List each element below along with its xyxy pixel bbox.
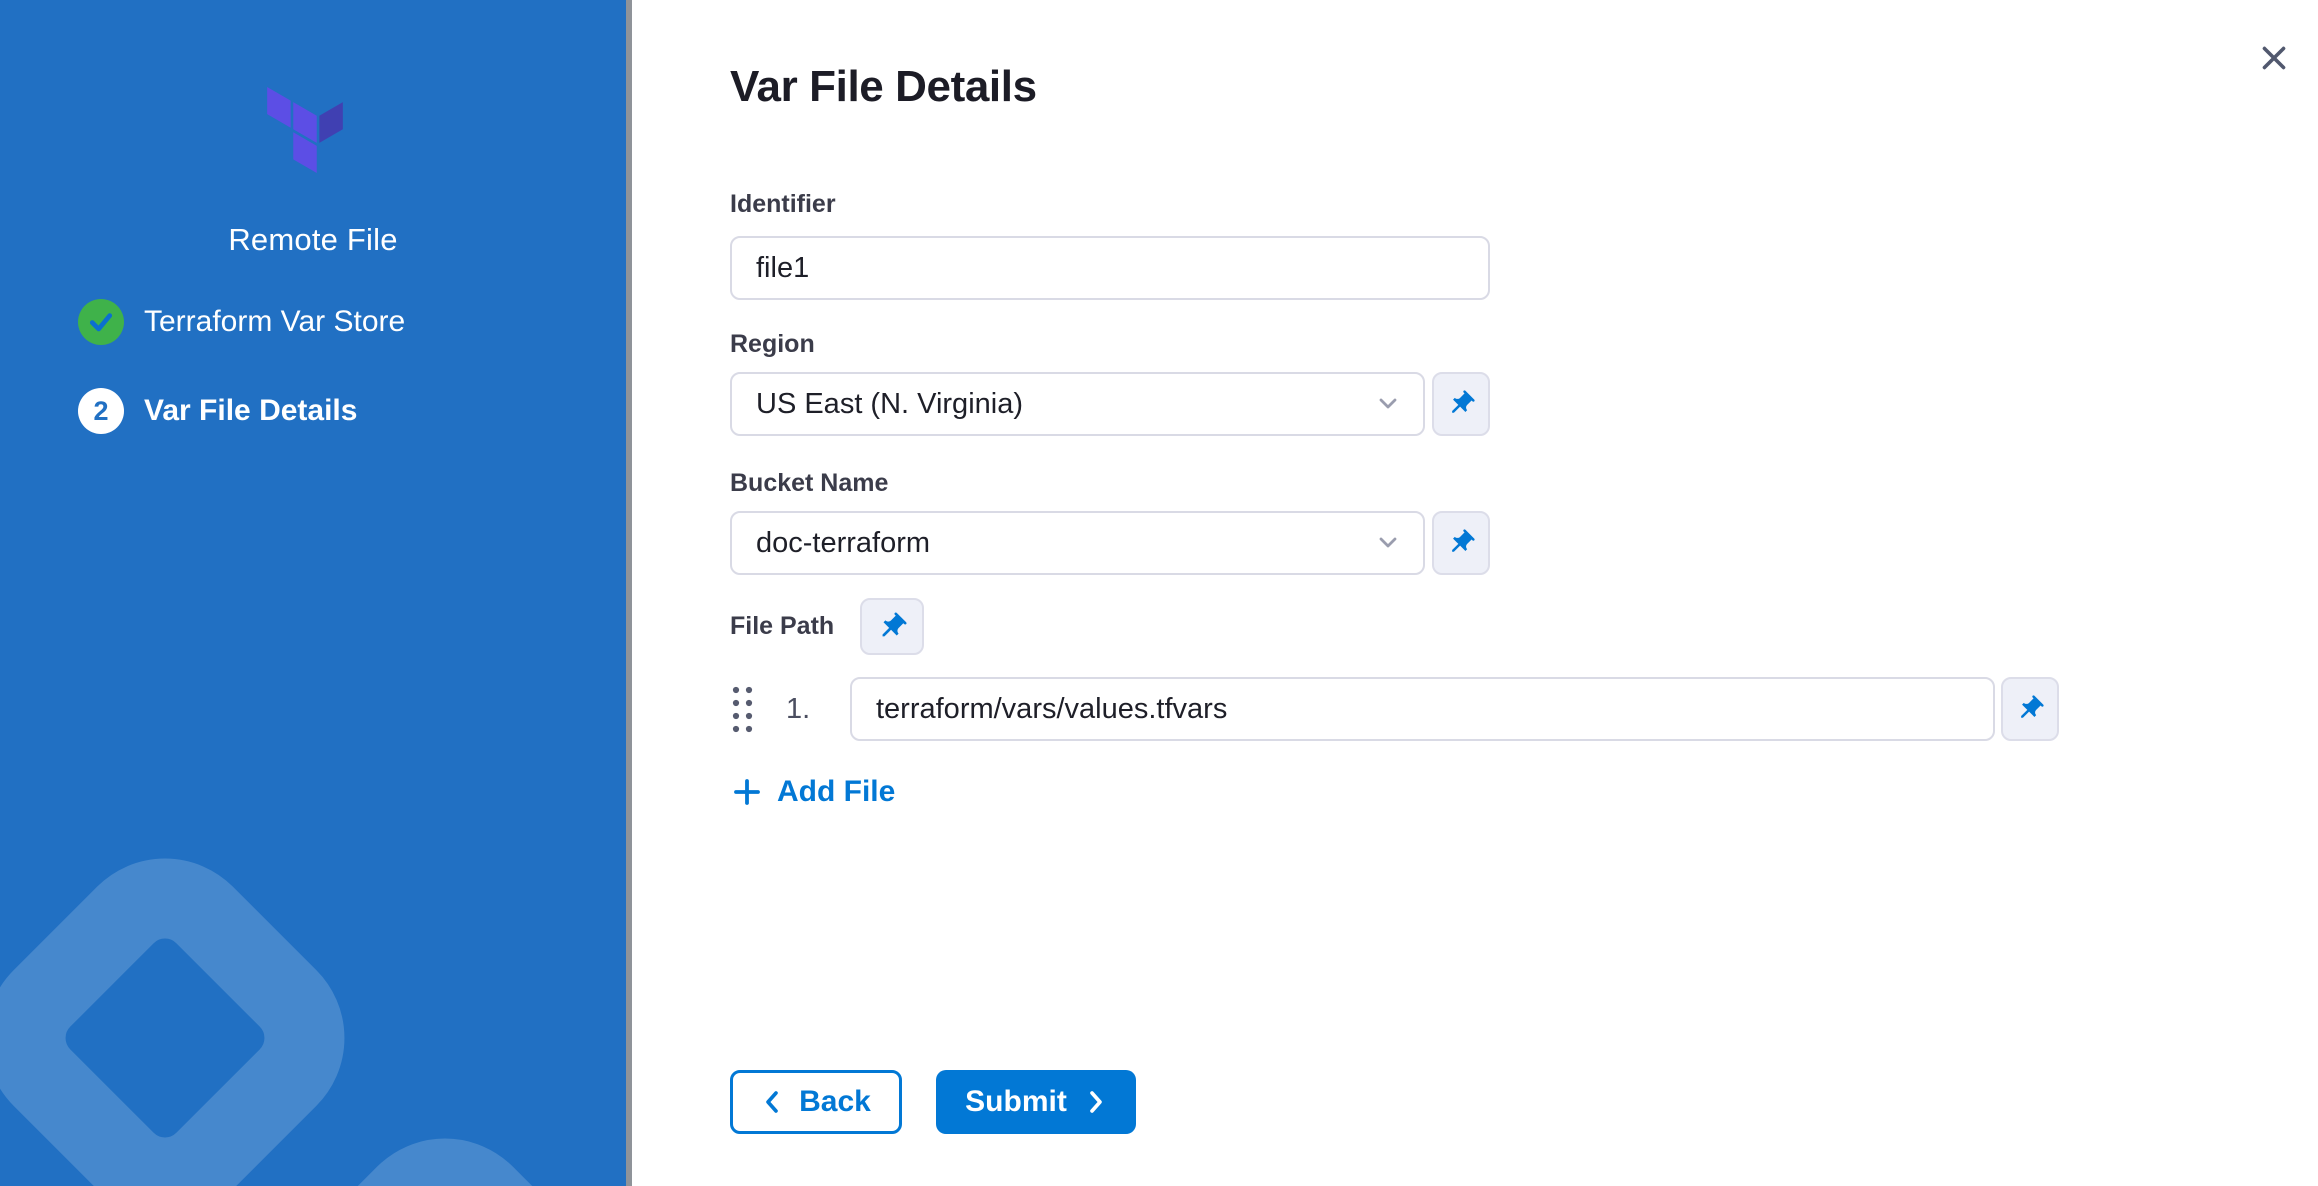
- file-path-pin-button[interactable]: [860, 598, 924, 655]
- step-number-badge: 2: [78, 388, 124, 434]
- var-file-details-panel: Var File Details Identifier Region US Ea…: [632, 0, 2318, 1186]
- wizard-sidebar: Remote File Terraform Var Store 2 Var Fi…: [0, 0, 626, 1186]
- plus-icon: [732, 777, 762, 807]
- pin-icon: [2009, 688, 2051, 730]
- step-label: Terraform Var Store: [144, 305, 405, 339]
- file-row-index: 1.: [786, 693, 826, 726]
- bucket-pin-button[interactable]: [1432, 511, 1490, 575]
- add-file-button[interactable]: Add File: [732, 775, 895, 809]
- pin-icon: [1440, 383, 1482, 425]
- file-path-header: File Path: [730, 598, 924, 655]
- chevron-down-icon: [1373, 528, 1403, 558]
- region-select[interactable]: US East (N. Virginia): [730, 372, 1425, 436]
- back-button-label: Back: [799, 1085, 871, 1119]
- identifier-label: Identifier: [730, 190, 836, 219]
- bucket-name-label: Bucket Name: [730, 469, 888, 498]
- wizard-step-terraform-var-store[interactable]: Terraform Var Store: [78, 299, 405, 345]
- wizard-step-var-file-details[interactable]: 2 Var File Details: [78, 388, 357, 434]
- wizard-title: Remote File: [0, 222, 626, 258]
- region-pin-button[interactable]: [1432, 372, 1490, 436]
- chevron-left-icon: [761, 1089, 785, 1115]
- file-path-label: File Path: [730, 612, 834, 641]
- region-selected-value: US East (N. Virginia): [756, 388, 1023, 421]
- region-label: Region: [730, 330, 815, 359]
- add-file-label: Add File: [777, 775, 895, 809]
- region-field-group: US East (N. Virginia): [730, 372, 1490, 436]
- pin-icon: [1440, 522, 1482, 564]
- identifier-input[interactable]: [730, 236, 1490, 300]
- file-path-row: 1.: [730, 677, 2059, 741]
- terraform-logo-icon: [262, 82, 348, 178]
- chevron-right-icon: [1083, 1089, 1107, 1115]
- remote-file-wizard-dialog: Remote File Terraform Var Store 2 Var Fi…: [0, 0, 2318, 1186]
- file-path-row-pin-button[interactable]: [2001, 677, 2059, 741]
- pin-icon: [870, 604, 915, 649]
- page-title: Var File Details: [730, 62, 1037, 112]
- chevron-down-icon: [1373, 389, 1403, 419]
- drag-handle-icon[interactable]: [730, 682, 760, 736]
- submit-button[interactable]: Submit: [936, 1070, 1136, 1134]
- step-completed-check-icon: [78, 299, 124, 345]
- wizard-footer: Back Submit: [730, 1070, 1136, 1134]
- submit-button-label: Submit: [965, 1085, 1067, 1119]
- bucket-selected-value: doc-terraform: [756, 527, 930, 560]
- bucket-name-select[interactable]: doc-terraform: [730, 511, 1425, 575]
- bucket-field-group: doc-terraform: [730, 511, 1490, 575]
- close-icon[interactable]: [2254, 38, 2294, 78]
- file-path-input[interactable]: [850, 677, 1995, 741]
- step-label: Var File Details: [144, 394, 357, 428]
- back-button[interactable]: Back: [730, 1070, 902, 1134]
